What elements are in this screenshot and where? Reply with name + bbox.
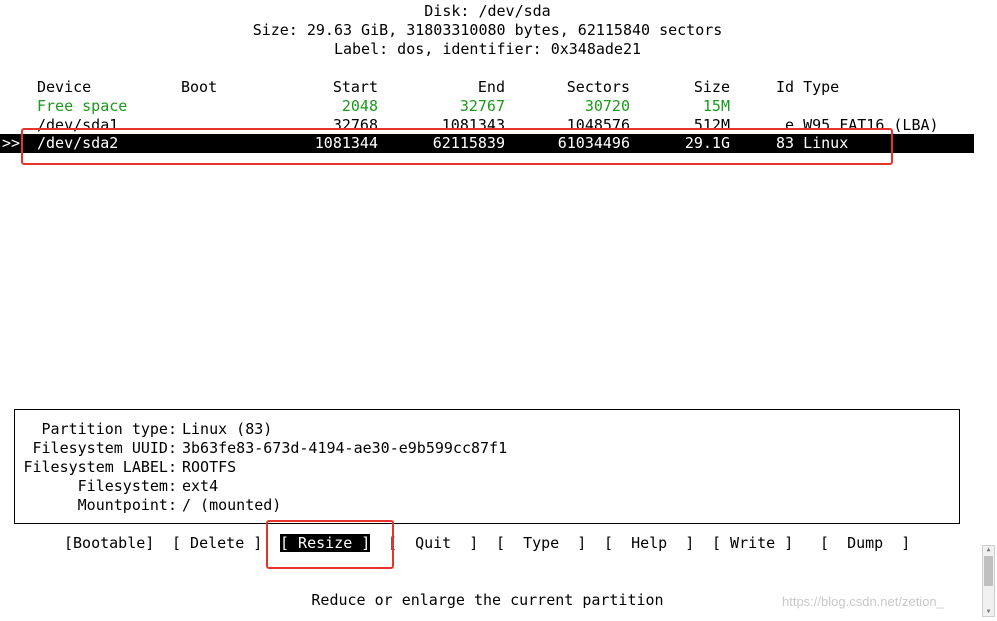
- dump-button[interactable]: [ Dump ]: [820, 534, 910, 553]
- row-size: 512M: [693, 116, 730, 134]
- row-device: /dev/sda1: [37, 116, 119, 134]
- row-id-type: 83 Linux: [776, 134, 849, 152]
- disk-label: Label: dos, identifier: 0x348ade21: [333, 40, 642, 58]
- resize-button-label: [ Resize ]: [280, 534, 371, 552]
- mountpoint-label: Mountpoint:: [77, 496, 177, 514]
- row-device: /dev/sda2: [37, 134, 119, 152]
- column-size: Size: [693, 78, 730, 96]
- row-start: 1081344: [314, 134, 378, 152]
- row-sectors: 61034496: [557, 134, 630, 152]
- help-button[interactable]: [ Help ]: [604, 534, 694, 553]
- row-end: 62115839: [432, 134, 505, 152]
- column-device: Device: [37, 78, 92, 96]
- filesystem-value: ext4: [182, 477, 219, 495]
- partition-info-panel: Partition type: Linux (83) Filesystem UU…: [14, 409, 960, 524]
- watermark: https://blog.csdn.net/zetion_: [782, 594, 944, 609]
- row-sectors: 30720: [584, 97, 630, 115]
- quit-button[interactable]: [ Quit ]: [388, 534, 478, 553]
- fs-label-label: Filesystem LABEL:: [23, 458, 177, 476]
- column-id-type: Id Type: [776, 78, 840, 96]
- type-button[interactable]: [ Type ]: [496, 534, 586, 553]
- bootable-button[interactable]: [Bootable]: [64, 534, 154, 553]
- disk-size: Size: 29.63 GiB, 31803310080 bytes, 6211…: [252, 21, 723, 39]
- fs-label-value: ROOTFS: [182, 458, 237, 476]
- row-size: 29.1G: [684, 134, 730, 152]
- delete-button[interactable]: [ Delete ]: [172, 534, 262, 553]
- scroll-down-icon[interactable]: ▼: [984, 609, 993, 615]
- row-id-type: e W95 FAT16 (LBA): [776, 116, 939, 134]
- partition-row-sda2-selected[interactable]: >> /dev/sda2 1081344 62115839 61034496 2…: [0, 134, 974, 153]
- filesystem-label: Filesystem:: [77, 477, 177, 495]
- fs-uuid-label: Filesystem UUID:: [32, 439, 178, 457]
- write-button[interactable]: [ Write ]: [712, 534, 793, 553]
- row-end: 1081343: [441, 116, 505, 134]
- partition-type-label: Partition type:: [41, 420, 177, 438]
- column-boot: Boot: [181, 78, 218, 96]
- resize-button[interactable]: [ Resize ]: [280, 534, 371, 553]
- row-device: Free space: [37, 97, 128, 115]
- scroll-up-icon[interactable]: ▲: [984, 547, 993, 553]
- partition-type-value: Linux (83): [182, 420, 273, 438]
- row-end: 32767: [459, 97, 505, 115]
- column-sectors: Sectors: [566, 78, 630, 96]
- row-start: 2048: [341, 97, 378, 115]
- row-start: 32768: [332, 116, 378, 134]
- vertical-scrollbar[interactable]: ▲ ▼: [982, 545, 995, 617]
- row-sectors: 1048576: [566, 116, 630, 134]
- disk-title: Disk: /dev/sda: [424, 2, 551, 20]
- column-end: End: [477, 78, 505, 96]
- mountpoint-value: / (mounted): [182, 496, 282, 514]
- scrollbar-thumb[interactable]: [984, 556, 993, 586]
- column-start: Start: [332, 78, 378, 96]
- fs-uuid-value: 3b63fe83-673d-4194-ae30-e9b599cc87f1: [182, 439, 508, 457]
- row-size: 15M: [702, 97, 730, 115]
- selection-cursor: >>: [2, 134, 21, 152]
